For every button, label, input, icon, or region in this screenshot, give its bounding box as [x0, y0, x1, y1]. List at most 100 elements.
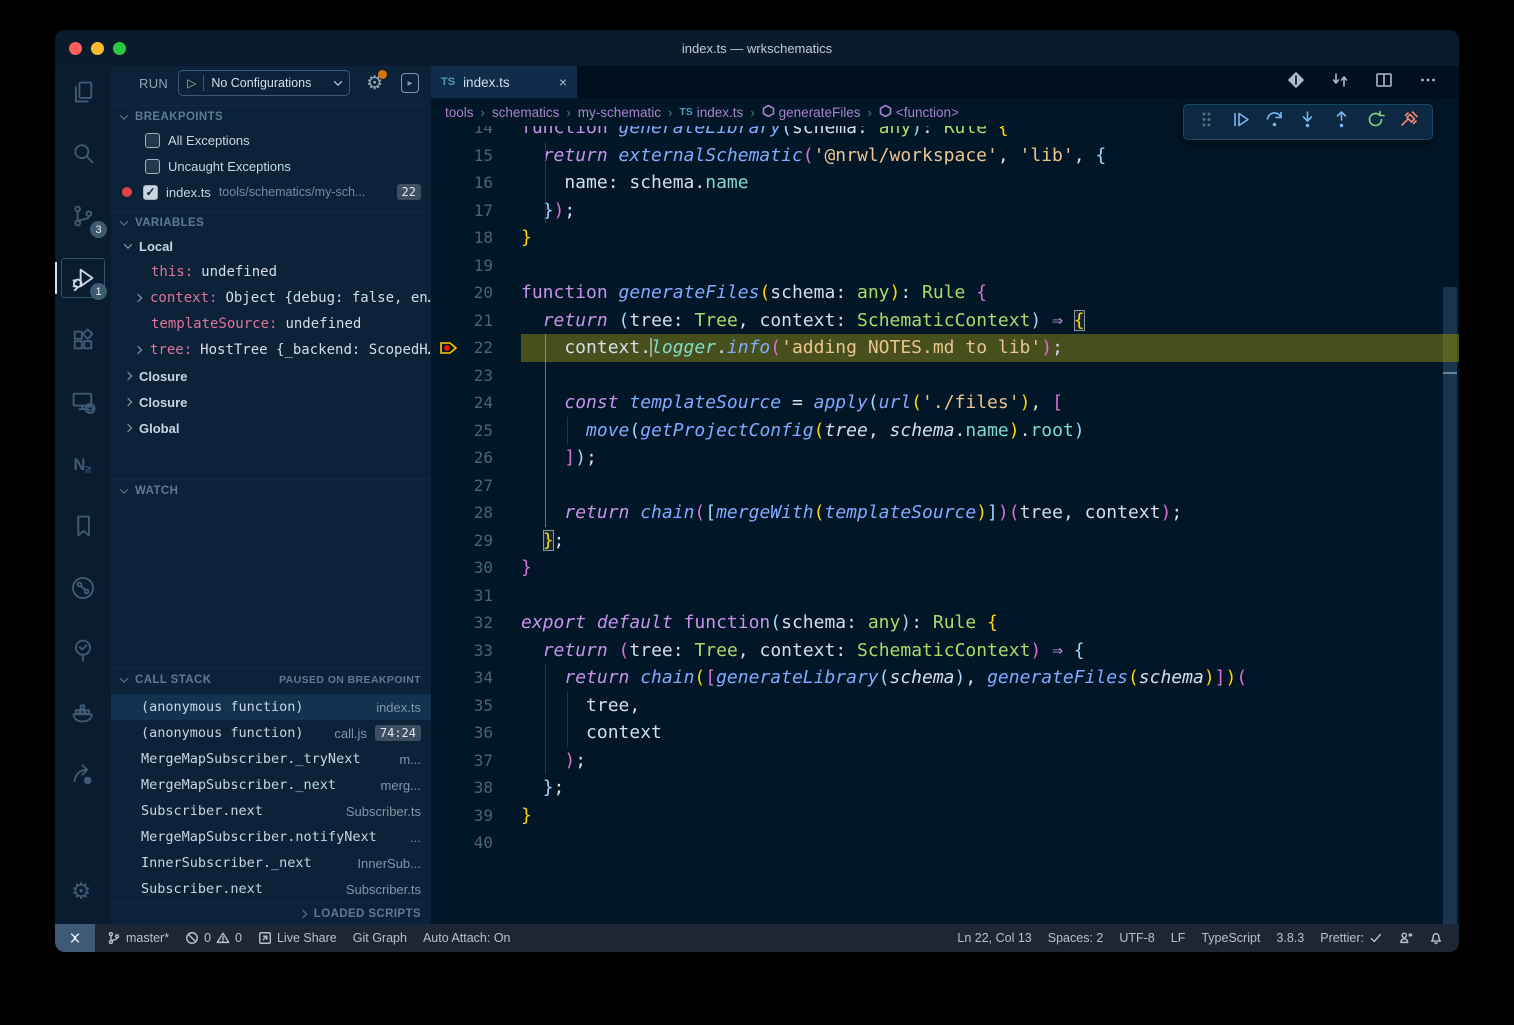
breadcrumb-item[interactable]: schematics: [492, 105, 560, 120]
code-line[interactable]: 22 context.logger.info('adding NOTES.md …: [431, 334, 1459, 362]
variable-row[interactable]: tree:HostTree {_backend: ScopedH…: [111, 337, 431, 363]
configure-gear-button[interactable]: ⚙: [366, 72, 383, 95]
code-line[interactable]: 16 name: schema.name: [431, 169, 1459, 197]
breakpoint-checkbox[interactable]: [145, 159, 160, 174]
status-feedback[interactable]: [1391, 924, 1421, 952]
code-line[interactable]: 21 return (tree: Tree, context: Schemati…: [431, 307, 1459, 335]
restart-button[interactable]: [1366, 110, 1385, 134]
status-eol[interactable]: LF: [1163, 924, 1194, 952]
call-stack-frame[interactable]: InnerSubscriber._nextInnerSub...: [111, 850, 431, 876]
breakpoint-row[interactable]: Uncaught Exceptions: [111, 153, 431, 179]
activity-item-explorer[interactable]: [61, 72, 105, 112]
breakpoints-header[interactable]: BREAKPOINTS: [111, 105, 431, 127]
variables-scope-closure[interactable]: Closure: [111, 389, 431, 415]
status-problems[interactable]: 00: [177, 924, 250, 952]
breakpoint-checkbox[interactable]: [145, 133, 160, 148]
step-into-button[interactable]: [1298, 110, 1317, 134]
action-open-changes[interactable]: [1287, 71, 1305, 94]
breadcrumb-item[interactable]: <function>: [879, 104, 959, 120]
close-window-button[interactable]: [69, 42, 82, 55]
start-debug-icon[interactable]: ▷: [187, 76, 196, 90]
call-stack-frame[interactable]: Subscriber.nextSubscriber.ts: [111, 876, 431, 902]
status-cursor-position[interactable]: Ln 22, Col 13: [949, 924, 1039, 952]
code-line[interactable]: 15 return externalSchematic('@nrwl/works…: [431, 142, 1459, 170]
activity-item-todo-tree[interactable]: [61, 630, 105, 670]
breadcrumb-item[interactable]: TSindex.ts: [679, 105, 743, 120]
code-line[interactable]: 31: [431, 582, 1459, 610]
activity-item-source-control[interactable]: 3: [61, 196, 105, 236]
status-indentation[interactable]: Spaces: 2: [1040, 924, 1112, 952]
step-out-button[interactable]: [1332, 110, 1351, 134]
watch-header[interactable]: WATCH: [111, 479, 431, 501]
call-stack-frame[interactable]: (anonymous function)call.js74:24: [111, 720, 431, 746]
code-line[interactable]: 27: [431, 472, 1459, 500]
code-line[interactable]: 24 const templateSource = apply(url('./f…: [431, 389, 1459, 417]
activity-item-manage[interactable]: ⚙: [61, 870, 105, 910]
code-editor[interactable]: 14function generateLibrary(schema: any):…: [431, 126, 1459, 924]
code-line[interactable]: 33 return (tree: Tree, context: Schemati…: [431, 637, 1459, 665]
status-prettier[interactable]: Prettier:: [1312, 924, 1391, 952]
activity-item-run-and-debug[interactable]: 1: [61, 258, 105, 298]
code-line[interactable]: 35 tree,: [431, 692, 1459, 720]
status-auto-attach[interactable]: Auto Attach: On: [415, 924, 519, 952]
status-git-graph[interactable]: Git Graph: [345, 924, 415, 952]
call-stack-frame[interactable]: Subscriber.nextSubscriber.ts: [111, 798, 431, 824]
activity-item-bookmarks[interactable]: [61, 506, 105, 546]
code-line[interactable]: 32export default function(schema: any): …: [431, 609, 1459, 637]
call-stack-frame[interactable]: (anonymous function)index.ts: [111, 694, 431, 720]
status-ts-version[interactable]: 3.8.3: [1268, 924, 1312, 952]
call-stack-frame[interactable]: MergeMapSubscriber._tryNextm...: [111, 746, 431, 772]
editor-scrollbar[interactable]: [1443, 287, 1457, 924]
code-line[interactable]: 40: [431, 829, 1459, 857]
activity-item-docker[interactable]: [61, 692, 105, 732]
status-encoding[interactable]: UTF-8: [1111, 924, 1162, 952]
breakpoint-checkbox[interactable]: ✓: [143, 185, 158, 200]
code-line[interactable]: 23: [431, 362, 1459, 390]
status-live-share[interactable]: Live Share: [250, 924, 345, 952]
variables-header[interactable]: VARIABLES: [111, 211, 431, 233]
code-line[interactable]: 37 );: [431, 747, 1459, 775]
variable-row[interactable]: templateSource:undefined: [111, 311, 431, 337]
title-bar[interactable]: index.ts — wrkschematics: [55, 30, 1459, 66]
activity-item-remote-explorer[interactable]: [61, 382, 105, 422]
launch-configuration-dropdown[interactable]: ▷ No Configurations: [178, 70, 350, 96]
call-stack-frame[interactable]: MergeMapSubscriber.notifyNext...: [111, 824, 431, 850]
breakpoint-row[interactable]: All Exceptions: [111, 127, 431, 153]
status-git-branch[interactable]: master*: [99, 924, 177, 952]
breadcrumb-item[interactable]: my-schematic: [578, 105, 661, 120]
activity-item-share[interactable]: [61, 754, 105, 794]
status-language-mode[interactable]: TypeScript: [1193, 924, 1268, 952]
variables-scope-global[interactable]: Global: [111, 415, 431, 441]
action-split-editor[interactable]: [1375, 71, 1393, 94]
breakpoint-row[interactable]: ✓index.tstools/schematics/my-sch...22: [111, 179, 431, 205]
continue-button[interactable]: [1231, 110, 1250, 134]
variable-row[interactable]: context:Object {debug: false, en…: [111, 285, 431, 311]
variable-row[interactable]: this:undefined: [111, 259, 431, 285]
activity-item-git-graph[interactable]: [61, 568, 105, 608]
code-line[interactable]: 29 };: [431, 527, 1459, 555]
code-line[interactable]: 20function generateFiles(schema: any): R…: [431, 279, 1459, 307]
close-tab-icon[interactable]: ×: [559, 74, 567, 90]
activity-item-nx-console[interactable]: N≥: [61, 444, 105, 484]
code-line[interactable]: 38 };: [431, 774, 1459, 802]
call-stack-header[interactable]: CALL STACK PAUSED ON BREAKPOINT: [111, 668, 431, 690]
code-line[interactable]: 18}: [431, 224, 1459, 252]
minimize-window-button[interactable]: [91, 42, 104, 55]
call-stack-frame[interactable]: MergeMapSubscriber._nextmerg...: [111, 772, 431, 798]
activity-item-search[interactable]: [61, 134, 105, 174]
code-line[interactable]: 19: [431, 252, 1459, 280]
code-line[interactable]: 17 });: [431, 197, 1459, 225]
variables-scope-closure[interactable]: Closure: [111, 363, 431, 389]
breadcrumb-item[interactable]: tools: [445, 105, 474, 120]
action-compare-changes[interactable]: [1331, 71, 1349, 94]
step-over-button[interactable]: [1265, 110, 1284, 134]
tab-index-ts[interactable]: TS index.ts ×: [431, 66, 577, 98]
loaded-scripts-header[interactable]: LOADED SCRIPTS: [111, 902, 431, 924]
breadcrumb-item[interactable]: generateFiles: [762, 104, 861, 120]
disconnect-button[interactable]: [1400, 110, 1419, 134]
maximize-window-button[interactable]: [113, 42, 126, 55]
code-line[interactable]: 28 return chain([mergeWith(templateSourc…: [431, 499, 1459, 527]
code-line[interactable]: 30}: [431, 554, 1459, 582]
code-line[interactable]: 39}: [431, 802, 1459, 830]
status-remote-indicator[interactable]: [55, 924, 95, 952]
